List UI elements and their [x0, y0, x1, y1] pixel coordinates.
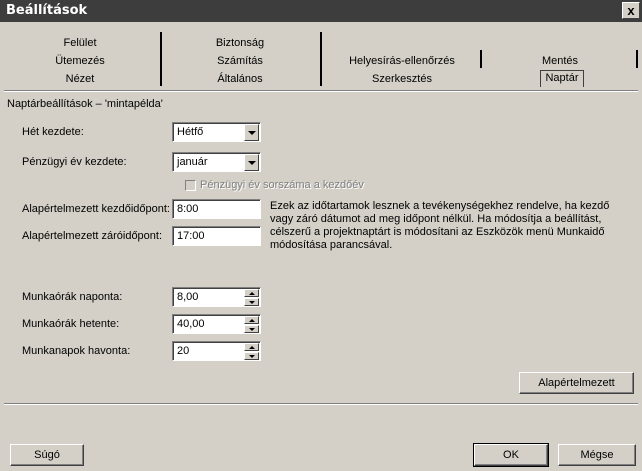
info-text: Ezek az időtartamok lesznek a tevékenysé… — [270, 200, 610, 251]
section-title: Naptárbeállítások – 'mintapélda' — [7, 98, 163, 110]
days-per-month-label: Munkanapok havonta: — [22, 345, 131, 357]
default-start-label: Alapértelmezett kezdőidőpont: — [22, 203, 170, 215]
close-button[interactable]: x — [622, 2, 640, 19]
default-start-value: 8:00 — [177, 203, 199, 215]
cancel-button[interactable]: Mégse — [558, 444, 636, 466]
hours-per-week-stepper[interactable]: 40,00 — [172, 314, 261, 334]
spin-down-icon[interactable] — [244, 298, 259, 306]
tab-szamitas[interactable]: Számítás — [200, 54, 280, 69]
hours-per-day-label: Munkaórák naponta: — [22, 291, 123, 303]
hours-per-week-label: Munkaórák hetente: — [22, 318, 120, 330]
tab-altalanos[interactable]: Általános — [200, 72, 280, 87]
default-start-input[interactable]: 8:00 — [172, 199, 261, 219]
tab-nezet[interactable]: Nézet — [40, 72, 120, 87]
tab-divider — [4, 90, 638, 92]
week-start-dropdown[interactable]: Hétfő — [172, 122, 261, 142]
default-end-label: Alapértelmezett záróidőpont: — [22, 230, 163, 242]
set-default-button[interactable]: Alapértelmezett — [519, 372, 634, 394]
tab-helyesiras[interactable]: Helyesírás-ellenőrzés — [340, 54, 464, 69]
tab-separator — [480, 50, 482, 68]
tab-biztonsag[interactable]: Biztonság — [200, 36, 280, 51]
tab-utemezes[interactable]: Ütemezés — [40, 54, 120, 69]
default-end-value: 17:00 — [177, 230, 205, 242]
hours-per-week-value: 40,00 — [177, 318, 205, 330]
chevron-down-icon[interactable] — [244, 124, 259, 141]
tab-mentes[interactable]: Mentés — [520, 54, 600, 69]
week-start-value: Hétfő — [177, 126, 204, 138]
tab-separator — [636, 50, 638, 68]
tab-separator — [160, 32, 162, 86]
title-bar: Beállítások x — [0, 0, 642, 22]
tab-szerkesztes[interactable]: Szerkesztés — [360, 72, 444, 87]
hours-per-day-value: 8,00 — [177, 291, 199, 303]
spin-buttons[interactable] — [244, 316, 259, 333]
spin-buttons[interactable] — [244, 289, 259, 306]
tab-separator — [320, 32, 322, 86]
days-per-month-stepper[interactable]: 20 — [172, 341, 261, 361]
spin-up-icon[interactable] — [244, 343, 259, 351]
fiscal-year-dropdown[interactable]: január — [172, 152, 261, 172]
spin-down-icon[interactable] — [244, 325, 259, 333]
chevron-down-icon[interactable] — [244, 154, 259, 171]
fiscal-year-value: január — [177, 156, 208, 168]
default-end-input[interactable]: 17:00 — [172, 226, 261, 246]
fiscal-numbering-checkbox[interactable] — [185, 180, 196, 191]
tab-naptar[interactable]: Naptár — [540, 70, 584, 87]
fiscal-year-label: Pénzügyi év kezdete: — [22, 156, 127, 168]
spin-down-icon[interactable] — [244, 352, 259, 360]
week-start-label: Hét kezdete: — [22, 126, 84, 138]
spin-up-icon[interactable] — [244, 289, 259, 297]
help-button[interactable]: Súgó — [10, 444, 84, 466]
fiscal-numbering-label: Pénzügyi év sorszáma a kezdőév — [200, 179, 364, 191]
hours-per-day-stepper[interactable]: 8,00 — [172, 287, 261, 307]
days-per-month-value: 20 — [177, 345, 190, 357]
bottom-divider — [4, 403, 638, 405]
window-title: Beállítások — [6, 3, 88, 18]
spin-buttons[interactable] — [244, 343, 259, 360]
tab-felulet[interactable]: Felület — [40, 36, 120, 51]
spin-up-icon[interactable] — [244, 316, 259, 324]
ok-button[interactable]: OK — [473, 443, 549, 467]
